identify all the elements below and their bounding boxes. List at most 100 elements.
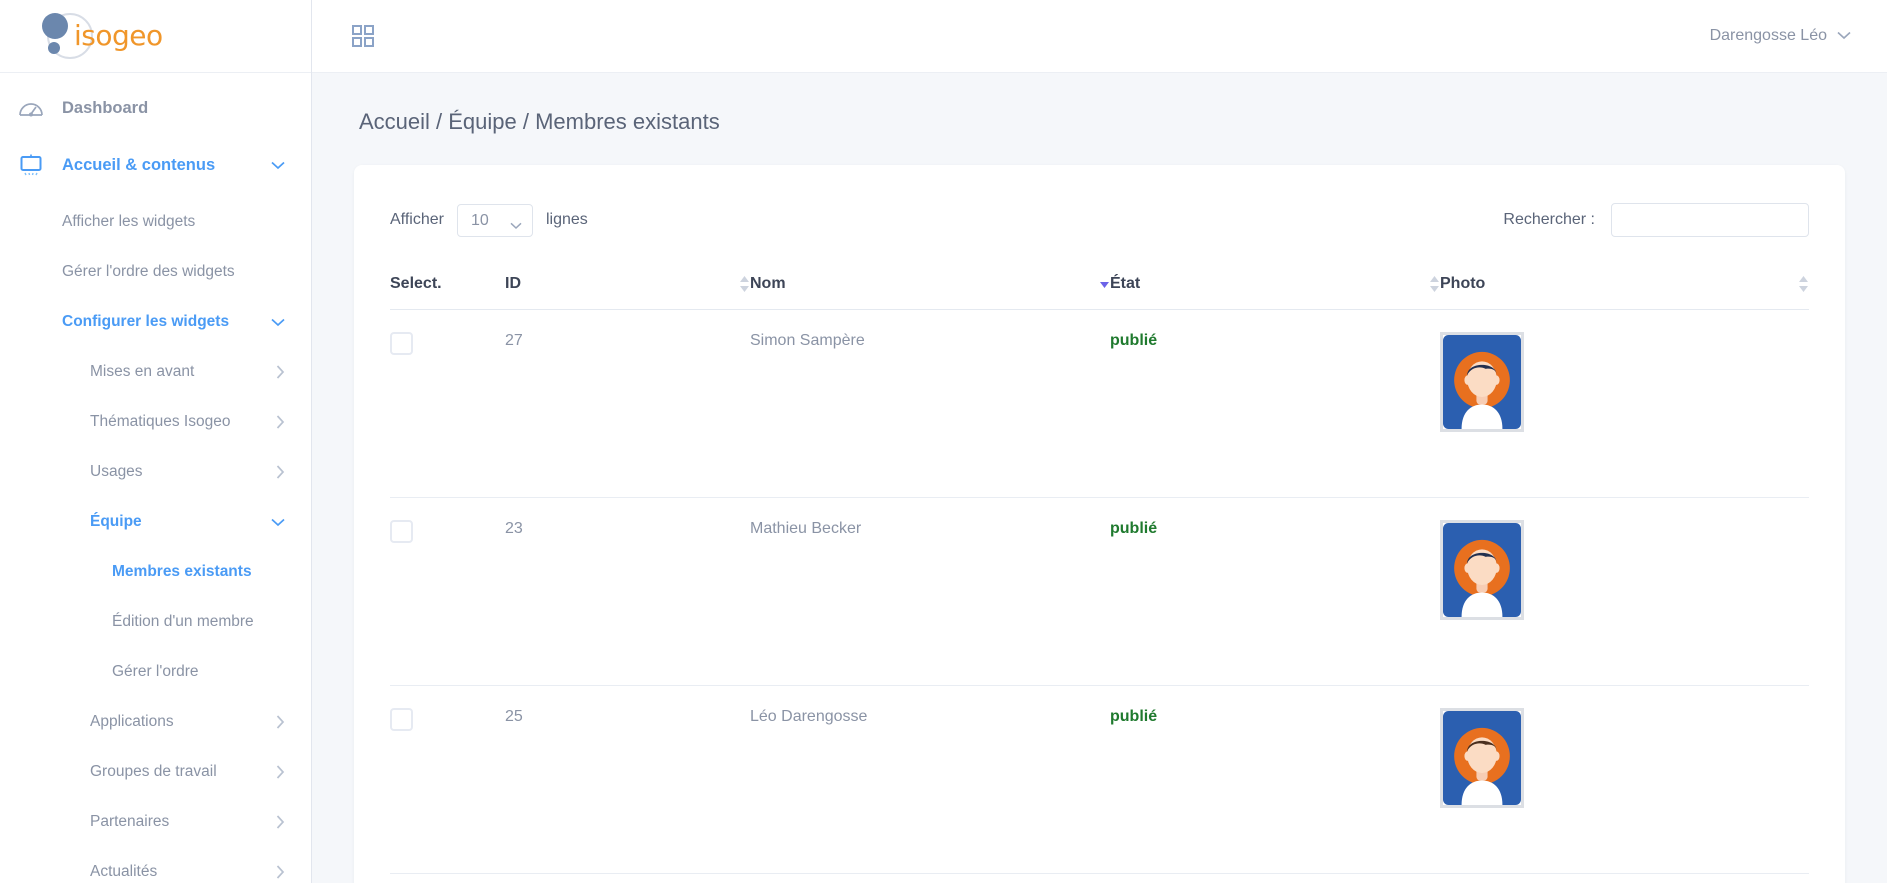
chevron-right-icon[interactable] [276, 865, 285, 879]
sidebar-item-label: Configurer les widgets [62, 313, 230, 330]
isogeo-logo[interactable]: isogeo [34, 7, 184, 65]
column-header-photo[interactable]: Photo [1440, 261, 1809, 310]
sidebar-item-label: Usages [90, 463, 143, 480]
row-name-cell: Simon Sampère [750, 309, 1110, 498]
members-table: Select. ID Nom État Photo 27 Simon Sampère pub… [390, 261, 1809, 883]
row-id-cell: 27 [505, 309, 750, 498]
row-checkbox[interactable] [390, 708, 413, 731]
sidebar-item-quipe[interactable]: Équipe [0, 505, 311, 539]
sort-both-icon[interactable] [1429, 275, 1440, 293]
user-name-label: Darengosse Léo [1709, 27, 1827, 44]
logo-dot-large-icon [42, 13, 68, 39]
content-area: Accueil / Équipe / Membres existants Aff… [312, 73, 1887, 883]
row-checkbox[interactable] [390, 332, 413, 355]
sidebar-item-afficher-les-widgets[interactable]: Afficher les widgets [0, 205, 311, 239]
sidebar-item-label: Accueil & contenus [62, 155, 216, 174]
sort-both-icon[interactable] [1798, 275, 1809, 293]
main-area: Darengosse Léo Accueil / Équipe / Membre… [312, 0, 1887, 883]
row-id-cell: 23 [505, 497, 750, 686]
row-id-cell: 25 [505, 685, 750, 874]
row-photo-cell [1440, 497, 1809, 686]
table-controls: Afficher 102550100 lignes [390, 191, 1809, 249]
sidebar-item-partenaires[interactable]: Partenaires [0, 805, 311, 839]
sidebar-item-membres-existants[interactable]: Membres existants [0, 555, 311, 589]
column-header-select: Select. [390, 261, 505, 310]
row-checkbox[interactable] [390, 520, 413, 543]
chevron-right-icon[interactable] [276, 715, 285, 729]
sidebar-item-label: Équipe [90, 513, 142, 530]
avatar[interactable] [1440, 708, 1524, 808]
row-name-cell: Laurence Delavaud [750, 873, 1110, 883]
status-badge: publié [1110, 708, 1158, 725]
sort-both-icon[interactable] [739, 275, 750, 293]
table-row: 25 Léo Darengosse publié [390, 685, 1809, 874]
chevron-down-icon[interactable] [271, 518, 285, 527]
chevron-right-icon[interactable] [276, 465, 285, 479]
table-header-row: Select. ID Nom État Photo [390, 261, 1809, 310]
search-control: Rechercher : [1503, 203, 1809, 237]
sidebar-item-label: Gérer l'ordre des widgets [62, 263, 235, 280]
sidebar-item-usages[interactable]: Usages [0, 455, 311, 489]
sidebar-item-label: Mises en avant [90, 363, 195, 380]
search-input[interactable] [1611, 203, 1809, 237]
chevron-right-icon[interactable] [276, 365, 285, 379]
column-header-id[interactable]: ID [505, 261, 750, 310]
user-menu[interactable]: Darengosse Léo [1710, 27, 1851, 45]
sidebar-item-label: Applications [90, 713, 174, 730]
sidebar-item-g-rer-l-ordre[interactable]: Gérer l'ordre [0, 655, 311, 689]
column-header-tat[interactable]: État [1110, 261, 1440, 310]
table-row: 31Laurence Delavaudpublié [390, 873, 1809, 883]
column-header-label: Nom [750, 275, 786, 292]
page-length-select[interactable]: 102550100 [456, 203, 533, 237]
sidebar-item-label: Édition d'un membre [112, 613, 254, 630]
logo-area[interactable]: isogeo [0, 0, 311, 73]
column-header-nom[interactable]: Nom [750, 261, 1110, 310]
app-root: isogeo Dashboard Accueil & contenus Affich… [0, 0, 1887, 883]
chevron-down-icon[interactable] [271, 161, 285, 170]
sidebar-item-applications[interactable]: Applications [0, 705, 311, 739]
sort-desc-icon[interactable] [1099, 275, 1110, 293]
sidebar-item-configurer-les-widgets[interactable]: Configurer les widgets [0, 305, 311, 339]
row-select-cell [390, 685, 505, 874]
sidebar-item-groupes-de-travail[interactable]: Groupes de travail [0, 755, 311, 789]
page-length-control: Afficher 102550100 lignes [390, 203, 588, 237]
column-header-label: Select. [390, 275, 442, 292]
column-header-label: ID [505, 275, 521, 292]
row-name-cell: Léo Darengosse [750, 685, 1110, 874]
logo-wordmark: isogeo [74, 19, 163, 52]
sidebar-item-mises-en-avant[interactable]: Mises en avant [0, 355, 311, 389]
row-status-cell: publié [1110, 873, 1440, 883]
chevron-down-icon[interactable] [271, 318, 285, 327]
chevron-right-icon[interactable] [276, 815, 285, 829]
table-row: 27 Simon Sampère publié [390, 309, 1809, 498]
column-header-label: Photo [1440, 275, 1486, 292]
logo-dot-small-icon [48, 42, 60, 54]
row-status-cell: publié [1110, 309, 1440, 498]
sidebar-item-label: Partenaires [90, 813, 170, 830]
table-head: Select. ID Nom État Photo [390, 261, 1809, 310]
breadcrumb: Accueil / Équipe / Membres existants [359, 109, 720, 134]
chevron-right-icon[interactable] [276, 765, 285, 779]
sidebar-nav: Dashboard Accueil & contenus Afficher les … [0, 73, 311, 883]
column-header-label: État [1110, 275, 1141, 292]
sidebar-item-dition-d-un-membre[interactable]: Édition d'un membre [0, 605, 311, 639]
sidebar-item-actualit-s[interactable]: Actualités [0, 855, 311, 883]
row-select-cell [390, 497, 505, 686]
search-label: Rechercher : [1503, 211, 1595, 228]
row-name-cell: Mathieu Becker [750, 497, 1110, 686]
sidebar-item-th-matiques-isogeo[interactable]: Thématiques Isogeo [0, 405, 311, 439]
page-length-select-wrap[interactable]: 102550100 [456, 203, 533, 237]
grid-icon[interactable] [352, 25, 374, 47]
sidebar-item-dashboard[interactable]: Dashboard [0, 91, 311, 125]
sidebar-item-accueil-contenus[interactable]: Accueil & contenus [0, 147, 311, 183]
avatar[interactable] [1440, 332, 1524, 432]
status-badge: publié [1110, 332, 1158, 349]
chevron-right-icon[interactable] [276, 415, 285, 429]
row-status-cell: publié [1110, 685, 1440, 874]
gauge-icon [0, 98, 62, 118]
sidebar-item-label: Dashboard [62, 98, 149, 117]
table-body: 27 Simon Sampère publié 23 Mathieu Becker pub… [390, 309, 1809, 883]
avatar[interactable] [1440, 520, 1524, 620]
sidebar-item-g-rer-l-ordre-des-widgets[interactable]: Gérer l'ordre des widgets [0, 255, 311, 289]
status-badge: publié [1110, 520, 1158, 537]
